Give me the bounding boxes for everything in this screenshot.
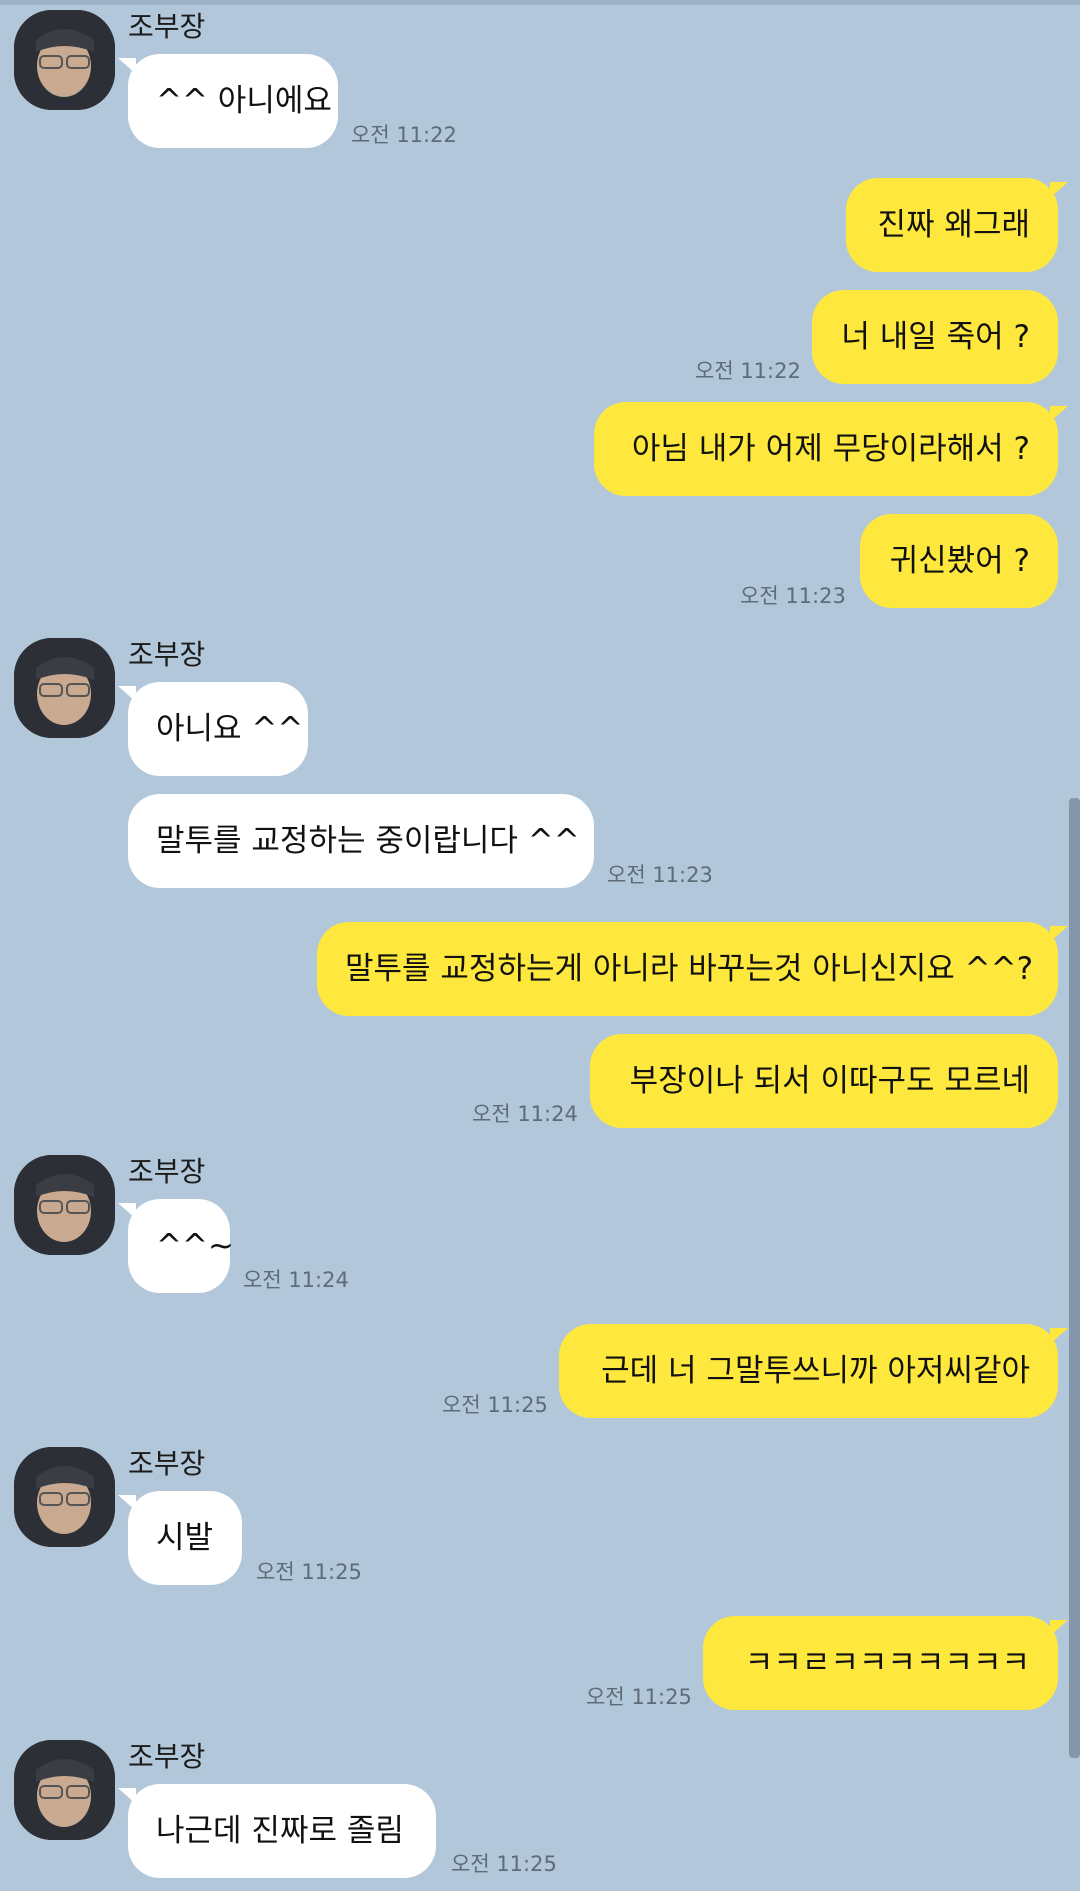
sender-name: 조부장 [128,1447,206,1480]
message-time: 오전 11:25 [586,1685,692,1709]
scrollbar[interactable] [1069,798,1080,1758]
message-time: 오전 11:23 [740,584,846,608]
profile-photo-icon [14,1740,115,1840]
message-bubble[interactable]: 시발 [118,1491,242,1585]
message-bubble[interactable]: 진짜 왜그래 [846,178,1068,272]
message-bubble[interactable]: 아님 내가 어제 무당이라해서 ? [594,402,1068,496]
message-bubble[interactable]: 귀신봤어 ? [860,514,1058,608]
sender-name: 조부장 [128,1740,206,1773]
message-bubble[interactable]: 너 내일 죽어 ? [812,290,1058,384]
profile-photo-icon [14,1155,115,1255]
message-bubble[interactable]: ^^~ [118,1199,234,1293]
message-time: 오전 11:22 [695,359,801,383]
sender-name: 조부장 [128,1155,206,1188]
message-time: 오전 11:24 [472,1102,578,1126]
message-bubble[interactable]: 부장이나 되서 이따구도 모르네 [590,1034,1058,1128]
profile-photo-icon [14,1447,115,1547]
sender-name: 조부장 [128,10,206,43]
avatar[interactable] [14,1447,115,1547]
message-time: 오전 11:25 [256,1560,362,1584]
message-bubble[interactable]: ^^ 아니에요 [118,54,338,148]
avatar[interactable] [14,1740,115,1840]
message-bubble[interactable]: 근데 너 그말투쓰니까 아저씨같아 [559,1324,1068,1418]
profile-photo-icon [14,638,115,738]
message-time: 오전 11:25 [451,1852,557,1876]
message-bubble[interactable]: 나근데 진짜로 졸림 [118,1784,436,1878]
message-bubble[interactable]: 말투를 교정하는게 아니라 바꾸는것 아니신지요 ^^? [317,922,1068,1016]
message-time: 오전 11:25 [442,1393,548,1417]
avatar[interactable] [14,1155,115,1255]
sender-name: 조부장 [128,638,206,671]
message-time: 오전 11:23 [607,863,713,887]
message-bubble[interactable]: ㅋㅋㄹㅋㅋㅋㅋㅋㅋㅋ [703,1616,1068,1710]
profile-photo-icon [14,10,115,110]
message-bubble[interactable]: 말투를 교정하는 중이랍니다 ^^ [128,794,594,888]
top-divider [0,0,1080,5]
avatar[interactable] [14,638,115,738]
avatar[interactable] [14,10,115,110]
message-time: 오전 11:24 [243,1268,349,1292]
chat-room: 조부장 ^^ 아니에요 오전 11:22 진짜 왜그래 너 내일 죽어 ? 오전… [0,0,1080,1891]
message-bubble[interactable]: 아니요 ^^ [118,682,308,776]
message-time: 오전 11:22 [351,123,457,147]
